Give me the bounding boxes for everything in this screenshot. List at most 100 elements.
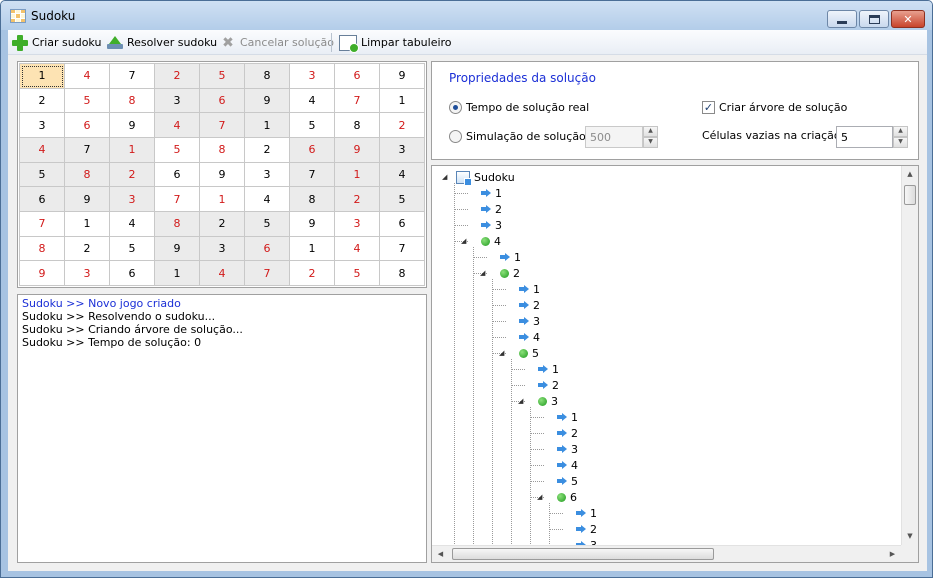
sudoku-cell[interactable]: 9 (245, 88, 290, 114)
sudoku-cell[interactable]: 8 (65, 162, 110, 188)
tree-leaf-node[interactable]: 2 (556, 521, 597, 537)
sudoku-cell[interactable]: 9 (335, 137, 380, 163)
sudoku-cell[interactable]: 7 (20, 211, 65, 237)
sudoku-cell[interactable]: 6 (290, 137, 335, 163)
sudoku-cell[interactable]: 2 (200, 211, 245, 237)
tree-root-node[interactable]: ◢ Sudoku (442, 169, 515, 186)
sudoku-cell[interactable]: 7 (65, 137, 110, 163)
create-tree-checkbox[interactable]: ✓ (702, 101, 715, 114)
sudoku-cell[interactable]: 4 (335, 236, 380, 262)
sudoku-cell[interactable]: 1 (110, 137, 155, 163)
sudoku-cell[interactable]: 5 (200, 64, 245, 89)
tree-leaf-node[interactable]: 2 (461, 201, 502, 217)
sudoku-cell[interactable]: 8 (20, 236, 65, 262)
expand-collapse-icon[interactable]: ◢ (461, 237, 469, 245)
sudoku-cell[interactable]: 8 (290, 187, 335, 212)
sudoku-cell[interactable]: 8 (200, 137, 245, 163)
tree-branch-node[interactable]: ◢ 3 (518, 393, 558, 409)
sudoku-cell[interactable]: 4 (380, 162, 425, 188)
vertical-scroll-thumb[interactable] (904, 185, 916, 205)
sudoku-cell[interactable]: 9 (155, 236, 200, 262)
sudoku-cell[interactable]: 3 (65, 261, 110, 286)
sudoku-cell[interactable]: 9 (290, 211, 335, 237)
sudoku-cell[interactable]: 1 (335, 162, 380, 188)
log-panel[interactable]: Sudoku >> Novo jogo criado Sudoku >> Reso… (17, 294, 427, 563)
tree-leaf-node[interactable]: 2 (499, 297, 540, 313)
simulation-interval-input[interactable]: 500 ▲ ▼ (585, 126, 658, 148)
sudoku-cell[interactable]: 2 (245, 137, 290, 163)
sudoku-cell[interactable]: 7 (110, 64, 155, 89)
sudoku-cell[interactable]: 4 (20, 137, 65, 163)
solve-sudoku-button[interactable]: Resolver sudoku (107, 33, 217, 52)
sudoku-cell[interactable]: 1 (155, 261, 200, 286)
scroll-up-icon[interactable]: ▲ (902, 166, 918, 183)
expand-collapse-icon[interactable]: ◢ (499, 349, 507, 357)
sudoku-cell[interactable]: 5 (290, 113, 335, 138)
sudoku-cell[interactable]: 6 (65, 113, 110, 138)
tree-leaf-node[interactable]: 3 (537, 441, 578, 457)
sudoku-cell[interactable]: 9 (20, 261, 65, 286)
expand-collapse-icon[interactable]: ◢ (518, 397, 526, 405)
simulation-radio[interactable] (449, 130, 462, 143)
tree-leaf-node[interactable]: 5 (537, 473, 578, 489)
sudoku-cell[interactable]: 5 (245, 211, 290, 237)
tree-leaf-node[interactable]: 1 (518, 361, 559, 377)
sudoku-cell[interactable]: 2 (155, 64, 200, 89)
sudoku-cell[interactable]: 9 (380, 64, 425, 89)
tree-leaf-node[interactable]: 3 (461, 217, 502, 233)
sudoku-cell[interactable]: 4 (290, 88, 335, 114)
tree-leaf-node[interactable]: 1 (480, 249, 521, 265)
sudoku-cell[interactable]: 1 (200, 187, 245, 212)
spin-up-icon[interactable]: ▲ (893, 126, 908, 137)
sudoku-cell[interactable]: 5 (110, 236, 155, 262)
title-bar[interactable]: Sudoku ✕ (1, 1, 932, 30)
spin-up-icon[interactable]: ▲ (643, 126, 658, 137)
sudoku-cell[interactable]: 4 (245, 187, 290, 212)
sudoku-cell[interactable]: 3 (335, 211, 380, 237)
sudoku-cell[interactable]: 9 (110, 113, 155, 138)
tree-branch-node[interactable]: ◢ 6 (537, 489, 577, 505)
sudoku-cell[interactable]: 7 (380, 236, 425, 262)
tree-leaf-node[interactable]: 1 (499, 281, 540, 297)
sudoku-cell[interactable]: 6 (200, 88, 245, 114)
sudoku-cell[interactable]: 6 (110, 261, 155, 286)
sudoku-cell[interactable]: 3 (380, 137, 425, 163)
sudoku-cell[interactable]: 1 (290, 236, 335, 262)
sudoku-cell[interactable]: 1 (245, 113, 290, 138)
sudoku-cell[interactable]: 2 (290, 261, 335, 286)
sudoku-cell[interactable]: 7 (290, 162, 335, 188)
sudoku-cell[interactable]: 7 (200, 113, 245, 138)
tree-leaf-node[interactable]: 2 (518, 377, 559, 393)
simulation-option[interactable]: Simulação de solução (449, 130, 586, 143)
scroll-down-icon[interactable]: ▼ (902, 528, 918, 545)
sudoku-cell[interactable]: 6 (155, 162, 200, 188)
sudoku-cell[interactable]: 2 (380, 113, 425, 138)
tree-leaf-node[interactable]: 4 (499, 329, 540, 345)
tree-branch-node[interactable]: ◢ 5 (499, 345, 539, 361)
expand-collapse-icon[interactable]: ◢ (480, 269, 488, 277)
sudoku-cell[interactable]: 3 (20, 113, 65, 138)
sudoku-cell[interactable]: 5 (380, 187, 425, 212)
sudoku-cell[interactable]: 5 (65, 88, 110, 114)
create-sudoku-button[interactable]: Criar sudoku (12, 33, 101, 52)
sudoku-cell[interactable]: 5 (335, 261, 380, 286)
sudoku-cell[interactable]: 6 (245, 236, 290, 262)
tree-branch-node[interactable]: ◢ 4 (461, 233, 501, 249)
sudoku-cell[interactable]: 5 (155, 137, 200, 163)
sudoku-cell[interactable]: 9 (200, 162, 245, 188)
create-tree-option[interactable]: ✓ Criar árvore de solução (702, 101, 847, 114)
sudoku-cell[interactable]: 8 (380, 261, 425, 286)
spin-down-icon[interactable]: ▼ (643, 137, 658, 148)
scroll-left-icon[interactable]: ◀ (432, 546, 449, 562)
expand-collapse-icon[interactable]: ◢ (537, 493, 545, 501)
sudoku-cell[interactable]: 8 (245, 64, 290, 89)
real-time-option[interactable]: Tempo de solução real (449, 101, 589, 114)
sudoku-cell[interactable]: 7 (335, 88, 380, 114)
empty-cells-input[interactable]: 5 ▲ ▼ (836, 126, 908, 148)
maximize-button[interactable] (859, 10, 889, 28)
sudoku-cell[interactable]: 9 (65, 187, 110, 212)
sudoku-cell[interactable]: 2 (20, 88, 65, 114)
sudoku-cell[interactable]: 3 (110, 187, 155, 212)
sudoku-cell[interactable]: 2 (335, 187, 380, 212)
tree-leaf-node[interactable]: 3 (499, 313, 540, 329)
